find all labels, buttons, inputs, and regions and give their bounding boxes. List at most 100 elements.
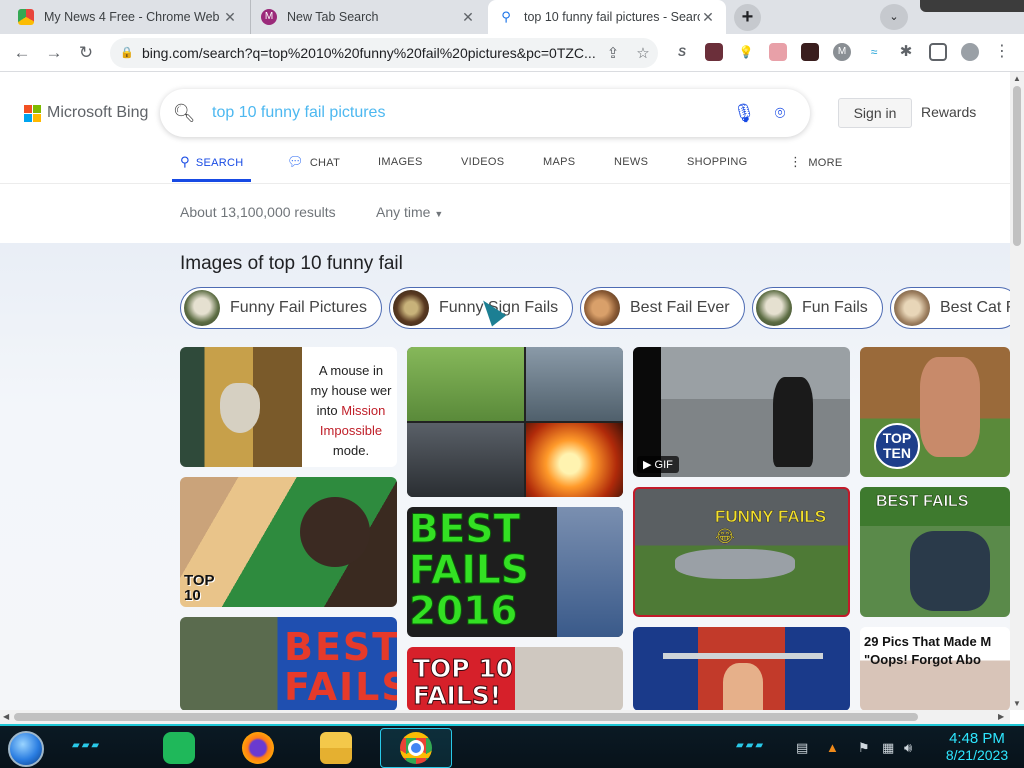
vertical-scroll-thumb[interactable] <box>1013 86 1021 246</box>
close-icon[interactable]: ✕ <box>222 9 238 26</box>
new-tab-button[interactable]: + <box>734 4 761 31</box>
notes-app-icon[interactable] <box>163 732 195 764</box>
extension-wave-icon[interactable]: ≈ <box>865 43 883 61</box>
caption-line: Impossible <box>319 423 383 438</box>
time-filter-dropdown[interactable]: Any time ▼ <box>376 204 443 220</box>
related-chip[interactable]: Funny Fail Pictures <box>180 287 382 329</box>
tab-bing-search[interactable]: ⚲ top 10 funny fail pictures - Search ✕ <box>488 0 726 34</box>
reload-button[interactable]: ↻ <box>74 41 98 65</box>
tab-news[interactable]: NEWS <box>614 154 648 182</box>
image-result-dancer[interactable]: BEST FAILS <box>180 617 397 711</box>
start-button-icon[interactable] <box>8 731 44 767</box>
badge-line: 10 <box>184 587 201 604</box>
caption-word-red: Mission <box>341 403 386 418</box>
best-fails-2016-text: BEST FAILS 2016 <box>409 509 530 633</box>
flag-icon[interactable]: ⚑ <box>858 740 870 756</box>
search-input[interactable]: top 10 funny fail pictures <box>212 104 726 122</box>
visual-search-icon[interactable]: ⌾ <box>762 103 798 124</box>
extension-avatar-icon[interactable] <box>705 43 723 61</box>
image-result-top10-fails[interactable]: TOP 10 FAILS! <box>407 647 623 711</box>
rewards-link[interactable]: Rewards <box>921 104 976 120</box>
more-vertical-icon: ⋮ <box>789 154 803 169</box>
image-result-collage[interactable] <box>407 347 623 497</box>
chip-thumbnail <box>894 290 930 326</box>
extension-dark-icon[interactable] <box>801 43 819 61</box>
sign-in-button[interactable]: Sign in <box>838 98 912 128</box>
search-box[interactable]: 🔍︎ top 10 funny fail pictures 🎙︎ ⌾ <box>160 89 810 137</box>
tab-videos[interactable]: VIDEOS <box>461 154 504 182</box>
microphone-icon[interactable]: 🎙︎ <box>726 103 762 124</box>
related-chip[interactable]: Best Cat F <box>890 287 1010 329</box>
system-clock[interactable]: 4:48 PM 8/21/2023 <box>934 730 1020 763</box>
keyboard-icon[interactable]: ▤ <box>796 740 808 756</box>
tab-shopping[interactable]: SHOPPING <box>687 154 747 182</box>
caption-word: into <box>316 403 338 418</box>
menu-kebab-icon[interactable]: ⋮ <box>993 43 1011 61</box>
horizontal-scroll-thumb[interactable] <box>14 713 918 721</box>
back-button[interactable]: ← <box>10 41 34 65</box>
top10-fails-text: TOP 10 FAILS! <box>412 655 513 710</box>
tab-chat[interactable]: 💬︎ CHAT <box>287 154 340 182</box>
warning-icon[interactable]: ▲ <box>826 740 839 755</box>
search-icon: ⚲ <box>180 154 190 169</box>
close-icon[interactable]: ✕ <box>460 9 476 26</box>
tab-more[interactable]: ⋮ MORE <box>789 154 843 182</box>
bookmark-star-icon[interactable]: ☆ <box>628 44 658 62</box>
tab-new-tab-search[interactable]: M New Tab Search ✕ <box>250 0 486 34</box>
extensions-puzzle-icon[interactable]: ✱ <box>897 43 915 61</box>
scroll-right-icon[interactable]: ▶ <box>998 712 1004 721</box>
image-result-weightlifter[interactable] <box>633 627 850 711</box>
tab-title: New Tab Search <box>287 10 379 24</box>
related-chip[interactable]: Best Fail Ever <box>580 287 745 329</box>
tab-search-button[interactable]: ⌄ <box>880 4 908 30</box>
caption-line: my house wer <box>310 383 392 398</box>
image-result-swing-gif[interactable]: ▶ GIF <box>633 347 850 477</box>
taskbar: ▰▰▰ ▰▰▰ ▤ ▲ ⚑ ▦ 🔊︎ 4:48 PM 8/21/2023 <box>0 724 1024 768</box>
caption-line: FAILS <box>284 665 397 709</box>
tab-my-news[interactable]: My News 4 Free - Chrome Web S ✕ <box>8 0 248 34</box>
image-result-funny-fails[interactable]: FUNNY FAILS 😂 <box>633 487 850 617</box>
chat-bubble-icon: 💬︎ <box>287 154 304 169</box>
image-result-chimp[interactable]: TOP 10 <box>180 477 397 607</box>
tab-images[interactable]: IMAGES <box>378 154 423 182</box>
image-result-29-pics[interactable]: 29 Pics That Made M "Oops! Forgot Abo <box>860 627 1010 711</box>
chrome-center-icon <box>408 740 424 756</box>
close-icon[interactable]: ✕ <box>700 9 716 26</box>
firefox-icon[interactable] <box>242 732 274 764</box>
search-icon[interactable]: 🔍︎ <box>172 103 196 124</box>
chip-thumbnail <box>756 290 792 326</box>
person-figure <box>920 357 980 457</box>
vertical-scrollbar[interactable]: ▲ ▼ <box>1010 72 1024 710</box>
taskbar-decoration-icon: ▰▰▰ <box>72 740 102 751</box>
side-panel-icon[interactable] <box>929 43 947 61</box>
url-text[interactable]: bing.com/search?q=top%2010%20funny%20fai… <box>142 45 598 61</box>
image-result-best-fails[interactable]: BEST FAILS <box>860 487 1010 617</box>
bing-logo[interactable]: Microsoft Bing <box>24 104 148 122</box>
gif-badge: ▶ GIF <box>637 456 679 473</box>
tab-maps[interactable]: MAPS <box>543 154 575 182</box>
file-explorer-icon[interactable] <box>320 732 352 764</box>
related-chip[interactable]: Fun Fails <box>752 287 883 329</box>
horizontal-scrollbar[interactable]: ◀ ▶ <box>0 710 1010 724</box>
profile-avatar-icon[interactable] <box>961 43 979 61</box>
scroll-up-icon[interactable]: ▲ <box>1013 74 1021 83</box>
tab-search[interactable]: ⚲ SEARCH <box>172 154 252 182</box>
forward-button[interactable]: → <box>42 41 66 65</box>
image-result-top-ten[interactable]: TOP TEN <box>860 347 1010 477</box>
volume-icon[interactable]: 🔊︎ <box>904 740 912 756</box>
image-result-best-fails-2016[interactable]: BEST FAILS 2016 <box>407 507 623 637</box>
share-icon[interactable]: ⇪ <box>598 44 628 62</box>
extension-s-icon[interactable]: S <box>673 43 691 61</box>
image-result-mouse[interactable]: A mouse in my house wer into Mission Imp… <box>180 347 397 467</box>
scroll-down-icon[interactable]: ▼ <box>1013 699 1021 708</box>
address-bar[interactable]: 🔒 bing.com/search?q=top%2010%20funny%20f… <box>110 38 658 68</box>
extension-lightbulb-icon[interactable]: 💡 <box>737 43 755 61</box>
caption-line: mode. <box>332 443 370 458</box>
pics-caption: 29 Pics That Made M "Oops! Forgot Abo <box>864 633 991 669</box>
scroll-left-icon[interactable]: ◀ <box>3 712 9 721</box>
images-heading[interactable]: Images of top 10 funny fail <box>180 253 403 275</box>
caret-down-icon: ▼ <box>434 209 444 219</box>
network-icon[interactable]: ▦ <box>882 740 894 756</box>
extension-pink-icon[interactable] <box>769 43 787 61</box>
extension-m-icon[interactable]: M <box>833 43 851 61</box>
